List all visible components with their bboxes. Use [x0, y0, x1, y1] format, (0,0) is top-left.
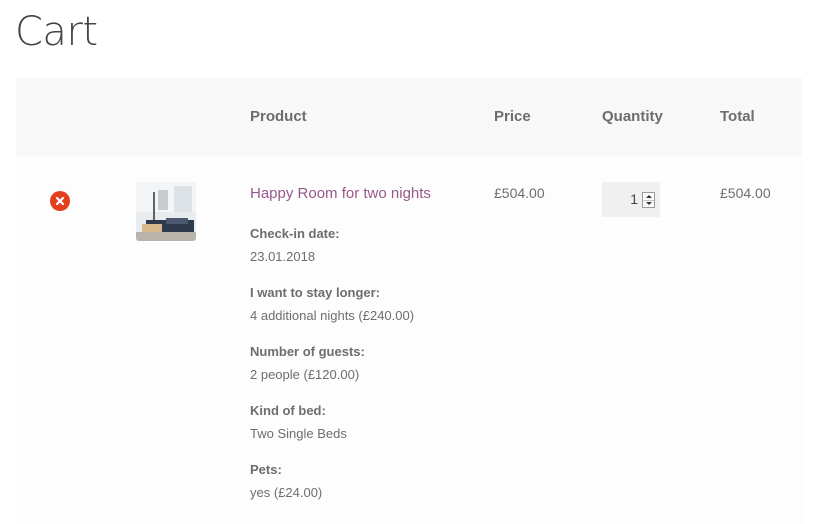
- product-variation-list: Check-in date: 23.01.2018 I want to stay…: [250, 224, 470, 519]
- remove-item-button[interactable]: [50, 191, 70, 211]
- list-item: I want to stay longer: 4 additional nigh…: [250, 283, 470, 342]
- list-item: Number of guests: 2 people (£120.00): [250, 342, 470, 401]
- product-name-link[interactable]: Happy Room for two nights: [250, 185, 431, 202]
- table-header: Product Price Quantity Total: [16, 78, 802, 156]
- decrease-quantity-button[interactable]: [643, 200, 654, 207]
- header-price: Price: [494, 108, 531, 125]
- page-title: Cart: [15, 9, 98, 55]
- meta-value: yes (£24.00): [250, 485, 323, 500]
- meta-label: Pets:: [250, 462, 282, 477]
- caret-down-icon: [645, 202, 652, 205]
- list-item: Pets: yes (£24.00): [250, 460, 470, 519]
- header-total: Total: [720, 108, 755, 125]
- meta-label: I want to stay longer:: [250, 285, 381, 300]
- header-quantity: Quantity: [602, 108, 663, 125]
- meta-value: 4 additional nights (£240.00): [250, 308, 415, 323]
- meta-label: Kind of bed:: [250, 403, 326, 418]
- meta-value: 23.01.2018: [250, 249, 316, 264]
- quantity-input[interactable]: [602, 182, 638, 217]
- meta-value: Two Single Beds: [250, 426, 347, 441]
- list-item: Check-in date: 23.01.2018: [250, 224, 470, 283]
- item-price: £504.00: [494, 185, 545, 201]
- list-item: Kind of bed: Two Single Beds: [250, 401, 470, 460]
- item-total: £504.00: [720, 185, 771, 201]
- meta-label: Check-in date:: [250, 226, 340, 241]
- product-thumbnail[interactable]: [136, 182, 196, 241]
- caret-up-icon: [645, 195, 652, 198]
- remove-x-icon: [55, 196, 65, 206]
- room-photo-icon: [136, 182, 196, 241]
- quantity-spinner: [642, 192, 655, 208]
- meta-label: Number of guests:: [250, 344, 365, 359]
- cart-table: Product Price Quantity Total Happy Room …: [16, 78, 802, 524]
- meta-value: 2 people (£120.00): [250, 367, 360, 382]
- header-product: Product: [250, 108, 307, 125]
- quantity-stepper: [602, 182, 660, 217]
